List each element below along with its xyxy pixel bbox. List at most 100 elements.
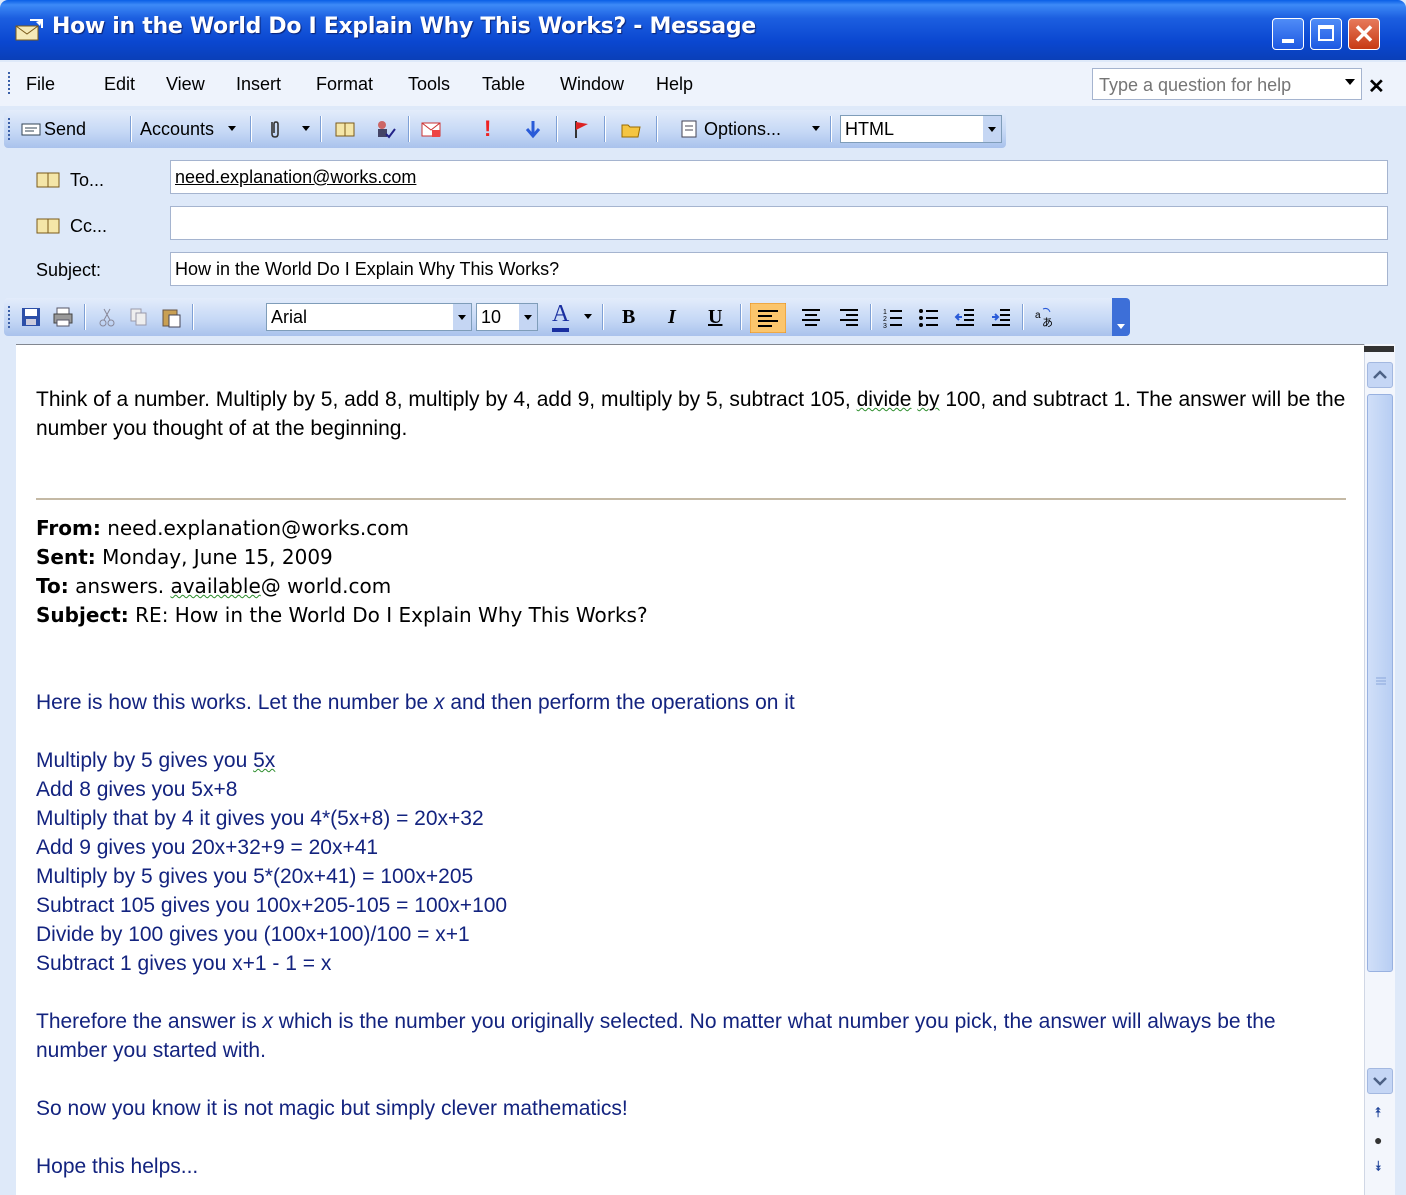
accounts-button[interactable]: Accounts <box>140 116 214 142</box>
open-folder-icon[interactable] <box>620 118 642 140</box>
bulleted-list-icon[interactable] <box>918 306 940 328</box>
to-field[interactable]: need.explanation@works.com <box>170 160 1388 194</box>
flag-icon[interactable] <box>570 118 592 140</box>
chevron-down-icon[interactable] <box>812 126 820 131</box>
quoted-to-value: @ world.com <box>260 574 392 598</box>
importance-envelope-icon[interactable] <box>420 118 442 140</box>
variable-x: x <box>262 1010 273 1033</box>
quoted-to-label: To: <box>36 574 69 598</box>
scroll-down-button[interactable] <box>1367 1068 1393 1094</box>
chevron-down-icon[interactable] <box>519 304 537 330</box>
title-bar[interactable]: How in the World Do I Explain Why This W… <box>0 0 1406 60</box>
chevron-down-icon[interactable] <box>584 314 592 319</box>
maximize-icon <box>1318 25 1334 41</box>
align-right-icon[interactable] <box>838 306 860 328</box>
select-browse-object-icon[interactable]: ● <box>1374 1132 1382 1148</box>
to-button[interactable]: To... <box>70 170 104 191</box>
maximize-button[interactable] <box>1310 18 1342 50</box>
message-format-value: HTML <box>845 119 894 139</box>
font-name-value: Arial <box>271 307 308 327</box>
separator <box>84 304 86 330</box>
help-search-input[interactable] <box>1097 71 1331 99</box>
menu-help[interactable]: Help <box>656 74 693 95</box>
to-recipient[interactable]: need.explanation@works.com <box>175 167 416 187</box>
paste-icon[interactable] <box>160 306 182 328</box>
menu-file[interactable]: File <box>26 74 55 95</box>
previous-page-icon[interactable]: ⯭ <box>1374 1104 1382 1121</box>
step-text: Multiply by 5 gives you <box>36 749 248 772</box>
numbered-list-icon[interactable]: 123 <box>882 306 904 328</box>
quoted-sent-value: Monday, June 15, 2009 <box>102 545 333 569</box>
send-button[interactable]: Send <box>44 116 86 142</box>
toolbar-grip[interactable] <box>8 118 12 142</box>
message-body-editor[interactable]: Think of a number. Multiply by 5, add 8,… <box>16 344 1364 1195</box>
font-size-select[interactable]: 10 <box>476 303 538 331</box>
intro-text: and then perform the operations on it <box>450 691 795 714</box>
increase-indent-icon[interactable] <box>990 306 1012 328</box>
magic-line: So now you know it is not magic but simp… <box>36 1097 628 1120</box>
chevron-down-icon[interactable] <box>228 126 236 131</box>
menu-bar: File Edit View Insert Format Tools Table… <box>0 62 1406 106</box>
underline-icon[interactable]: U <box>708 304 722 330</box>
menu-window[interactable]: Window <box>560 74 624 95</box>
message-header: To... need.explanation@works.com Cc... S… <box>0 150 1406 296</box>
minimize-icon <box>1282 39 1294 43</box>
minimize-button[interactable] <box>1272 18 1304 50</box>
print-icon[interactable] <box>52 306 74 328</box>
cc-button[interactable]: Cc... <box>70 216 107 237</box>
paperclip-icon[interactable] <box>264 118 286 140</box>
font-color-icon[interactable]: A <box>552 302 570 332</box>
help-question-box[interactable] <box>1092 68 1362 100</box>
pane-splitter[interactable] <box>1364 346 1394 352</box>
menu-format[interactable]: Format <box>316 74 373 95</box>
cc-field[interactable] <box>170 206 1388 240</box>
save-icon[interactable] <box>20 306 42 328</box>
menu-edit[interactable]: Edit <box>104 74 135 95</box>
scroll-thumb[interactable] <box>1367 394 1393 972</box>
ime-language-icon[interactable]: aあ <box>1034 306 1056 328</box>
options-icon <box>681 120 697 138</box>
chevron-down-icon[interactable] <box>1345 79 1355 85</box>
chevron-down-icon[interactable] <box>302 126 310 131</box>
scroll-up-button[interactable] <box>1367 362 1393 388</box>
separator <box>192 304 194 330</box>
options-button[interactable]: Options... <box>704 116 781 142</box>
decrease-indent-icon[interactable] <box>954 306 976 328</box>
cut-icon[interactable] <box>96 306 118 328</box>
menu-view[interactable]: View <box>166 74 205 95</box>
vertical-scrollbar[interactable]: ⯭ ● ⯯ <box>1364 344 1395 1195</box>
align-left-icon[interactable] <box>750 303 786 333</box>
menu-insert[interactable]: Insert <box>236 74 281 95</box>
menu-grip[interactable] <box>8 72 12 96</box>
align-center-icon[interactable] <box>800 306 822 328</box>
high-importance-icon[interactable]: ! <box>484 116 491 142</box>
separator <box>604 116 606 142</box>
chevron-up-icon <box>1373 370 1387 379</box>
toolbar-grip[interactable] <box>8 306 12 330</box>
chevron-down-icon[interactable] <box>983 116 1001 142</box>
subject-field[interactable]: How in the World Do I Explain Why This W… <box>170 252 1388 286</box>
intro-text: Here is how this works. Let the number b… <box>36 691 429 714</box>
toolbar-options-button[interactable] <box>1112 298 1130 336</box>
conclusion-paragraph: Therefore the answer is x which is the n… <box>36 1007 1346 1065</box>
font-name-select[interactable]: Arial <box>266 303 472 331</box>
address-book-icon[interactable] <box>334 118 356 140</box>
low-importance-icon[interactable] <box>522 118 544 140</box>
standard-toolbar: Send Accounts ! Options... HTML <box>4 110 1006 148</box>
close-document-icon[interactable]: ✕ <box>1368 74 1385 99</box>
next-page-icon[interactable]: ⯯ <box>1374 1158 1382 1175</box>
menu-table[interactable]: Table <box>482 74 525 95</box>
chevron-down-icon[interactable] <box>453 304 471 330</box>
close-button[interactable]: ✕ <box>1348 18 1380 50</box>
copy-icon[interactable] <box>128 306 150 328</box>
closing-line: Hope this helps... <box>36 1155 199 1178</box>
check-names-icon[interactable] <box>374 118 396 140</box>
italic-icon[interactable]: I <box>668 304 676 330</box>
subject-label: Subject: <box>36 260 102 280</box>
message-format-select[interactable]: HTML <box>840 115 1002 143</box>
font-size-value: 10 <box>481 307 502 327</box>
bold-icon[interactable]: B <box>622 304 635 330</box>
menu-tools[interactable]: Tools <box>408 74 450 95</box>
